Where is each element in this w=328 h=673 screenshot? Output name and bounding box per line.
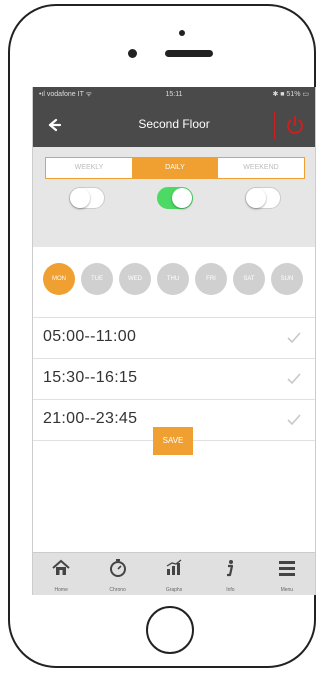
page-title: Second Floor [138,117,210,131]
time-slot-range: 21:00--23:45 [43,410,138,427]
tabbar-label: Menu [280,587,294,593]
status-bar: •ıl vodafone IT ᯤ 15:11 ✱ ■ 51% ▭ [33,87,315,103]
tab-weekend[interactable]: WEEKEND [218,158,304,178]
toggle-knob [246,188,266,208]
save-button[interactable]: SAVE [153,427,193,455]
menu-icon [278,561,295,576]
tab-weekly[interactable]: WEEKLY [46,158,132,178]
time-slot-range: 15:30--16:15 [43,369,138,386]
day-mon[interactable]: MON [43,263,75,295]
weekly-toggle[interactable] [69,187,105,209]
day-thu[interactable]: THU [157,263,189,295]
day-selector: MON TUE WED THU FRI SAT SUN [33,247,315,317]
bottom-tab-bar: Home Chrono Graphs Info Menu [33,552,315,595]
tabbar-label: Chrono [109,587,126,593]
time-slot[interactable]: 15:30--16:15 [33,358,315,399]
stopwatch-icon [109,559,126,577]
info-icon [227,560,234,577]
check-icon[interactable] [285,370,303,388]
tabbar-item-chrono[interactable]: Chrono [89,553,145,595]
time-slot[interactable]: 05:00--11:00 [33,317,315,358]
weekend-toggle[interactable] [245,187,281,209]
toggle-knob [172,188,192,208]
power-icon[interactable] [283,113,307,137]
day-sun[interactable]: SUN [271,263,303,295]
home-icon [52,559,70,575]
tabbar-label: Info [226,587,235,593]
tabbar-item-info[interactable]: Info [202,553,258,595]
time-slot-range: 05:00--11:00 [43,328,137,345]
time-slot-list: 05:00--11:00 15:30--16:15 21:00--23:45 [33,317,315,441]
tabbar-label: Home [54,587,68,593]
mode-tabs: WEEKLY DAILY WEEKEND [45,157,305,179]
app-screen: •ıl vodafone IT ᯤ 15:11 ✱ ■ 51% ▭ Second… [32,87,316,595]
chart-icon [166,559,182,575]
tabbar-item-home[interactable]: Home [33,553,89,595]
day-fri[interactable]: FRI [195,263,227,295]
toggle-knob [70,188,90,208]
app-header: Second Floor [33,103,315,147]
mode-toggles [45,187,305,213]
tabbar-item-graphs[interactable]: Graphs [146,553,202,595]
mode-selector: WEEKLY DAILY WEEKEND [33,147,315,247]
battery-status: ✱ ■ 51% ▭ [272,91,309,98]
day-tue[interactable]: TUE [81,263,113,295]
tabbar-item-menu[interactable]: Menu [259,553,315,595]
day-sat[interactable]: SAT [233,263,265,295]
earpiece-speaker [165,50,213,57]
check-icon[interactable] [285,329,303,347]
home-button[interactable] [146,606,194,654]
tab-daily[interactable]: DAILY [132,158,218,178]
tabbar-label: Graphs [165,587,183,593]
check-icon[interactable] [285,411,303,429]
header-divider [274,111,275,139]
front-camera [128,49,137,58]
day-wed[interactable]: WED [119,263,151,295]
daily-toggle[interactable] [157,187,193,209]
proximity-sensor [179,30,185,36]
